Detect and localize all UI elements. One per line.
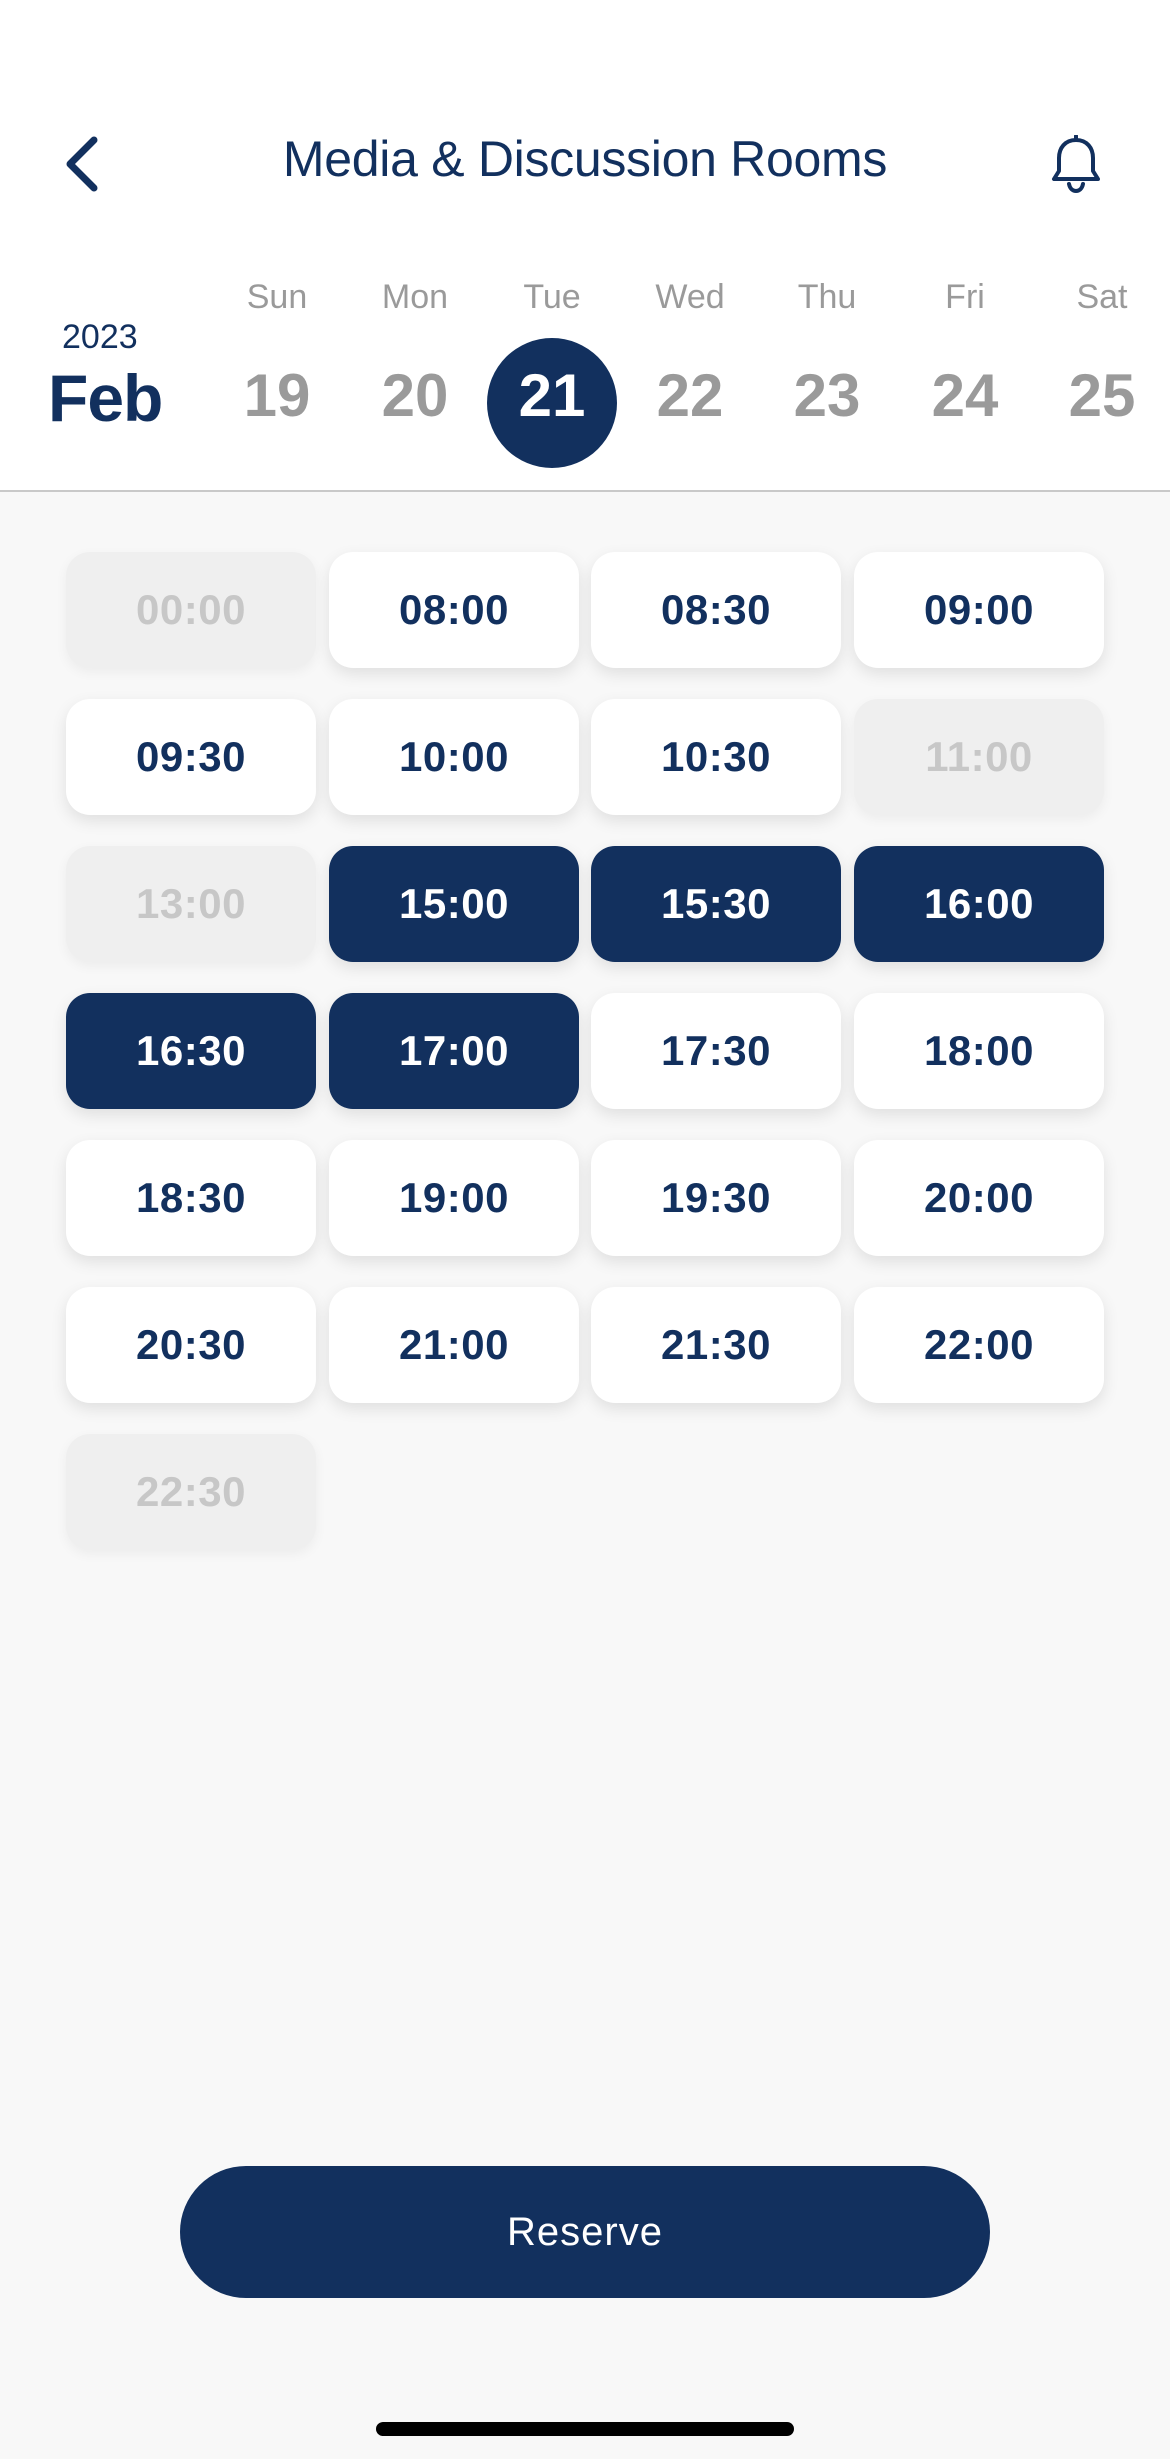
time-slot: 13:00 (66, 846, 316, 962)
time-slot[interactable]: 10:30 (591, 699, 841, 815)
year-label: 2023 (62, 318, 138, 356)
reserve-button[interactable]: Reserve (180, 2166, 990, 2298)
day-name: Wed (655, 278, 725, 316)
day-number: 21 (518, 362, 586, 429)
time-slot[interactable]: 21:30 (591, 1287, 841, 1403)
day-thu[interactable]: Thu 23 (762, 272, 892, 472)
day-name: Sat (1076, 278, 1128, 316)
time-slot[interactable]: 22:00 (854, 1287, 1104, 1403)
day-number: 24 (931, 362, 999, 429)
time-slot[interactable]: 16:00 (854, 846, 1104, 962)
day-number: 22 (656, 362, 724, 429)
time-slot[interactable]: 08:00 (329, 552, 579, 668)
day-number: 23 (793, 362, 861, 429)
time-slot: 22:30 (66, 1434, 316, 1550)
time-slot[interactable]: 09:00 (854, 552, 1104, 668)
day-sun[interactable]: Sun 19 (212, 272, 342, 472)
time-slot[interactable]: 09:30 (66, 699, 316, 815)
page-title: Media & Discussion Rooms (282, 131, 888, 187)
day-number: 19 (243, 362, 311, 429)
day-number: 25 (1068, 362, 1136, 429)
time-slot[interactable]: 10:00 (329, 699, 579, 815)
time-slot[interactable]: 18:00 (854, 993, 1104, 1109)
time-slot[interactable]: 08:30 (591, 552, 841, 668)
day-tue[interactable]: Tue 21 (487, 272, 617, 472)
day-name: Thu (797, 278, 857, 316)
time-slot[interactable]: 17:00 (329, 993, 579, 1109)
time-slot[interactable]: 17:30 (591, 993, 841, 1109)
time-slot[interactable]: 15:30 (591, 846, 841, 962)
time-slot: 00:00 (66, 552, 316, 668)
day-sat[interactable]: Sat 25 (1037, 272, 1167, 472)
home-indicator (376, 2422, 794, 2436)
time-slot: 11:00 (854, 699, 1104, 815)
day-name: Mon (381, 278, 449, 316)
day-wed[interactable]: Wed 22 (625, 272, 755, 472)
day-name: Sun (246, 278, 308, 316)
bell-icon (1052, 135, 1100, 193)
time-slot[interactable]: 20:30 (66, 1287, 316, 1403)
header-area: Media & Discussion Rooms 2023 Feb Sun 19 M… (0, 0, 1170, 492)
time-slot[interactable]: 21:00 (329, 1287, 579, 1403)
time-slot[interactable]: 15:00 (329, 846, 579, 962)
time-slot[interactable]: 19:30 (591, 1140, 841, 1256)
notification-button[interactable] (1044, 130, 1108, 198)
time-slot[interactable]: 20:00 (854, 1140, 1104, 1256)
day-name: Tue (523, 278, 581, 316)
time-slot[interactable]: 16:30 (66, 993, 316, 1109)
day-fri[interactable]: Fri 24 (900, 272, 1030, 472)
time-slot[interactable]: 19:00 (329, 1140, 579, 1256)
time-slot[interactable]: 18:30 (66, 1140, 316, 1256)
day-name: Fri (945, 278, 985, 316)
month-name: Feb (48, 361, 163, 435)
day-mon[interactable]: Mon 20 (350, 272, 480, 472)
day-number: 20 (381, 362, 449, 429)
